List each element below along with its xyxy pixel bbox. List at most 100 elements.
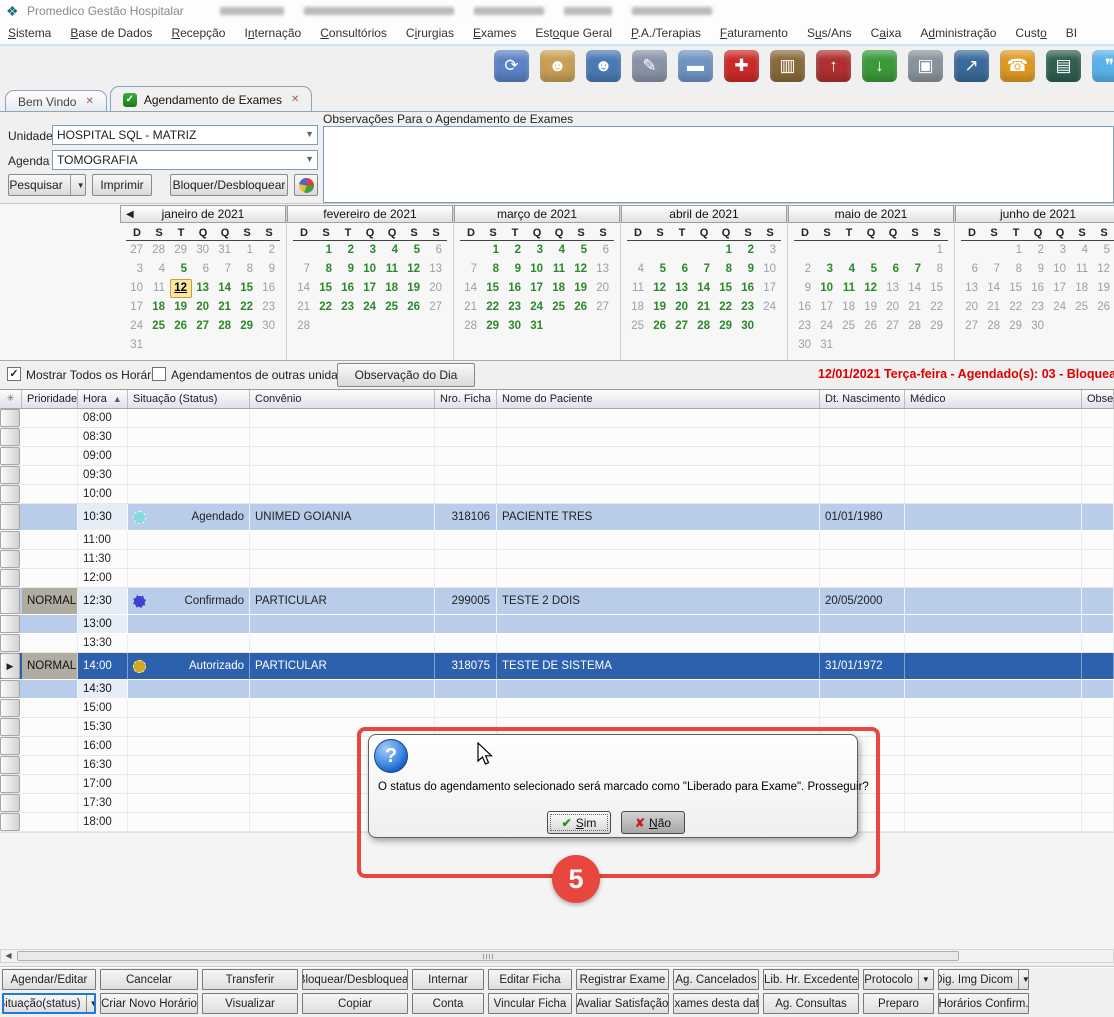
row-selector-button[interactable]: [0, 428, 20, 446]
ambulance-icon[interactable]: ✚: [724, 50, 759, 82]
calendar-day[interactable]: 18: [1071, 279, 1093, 298]
calendar-day-selected[interactable]: 12: [170, 279, 192, 298]
calendar-day[interactable]: 7: [460, 260, 482, 279]
dig-img-dicom-button[interactable]: Dig. Img Dicom▼: [938, 969, 1029, 990]
calendar-day[interactable]: 19: [649, 298, 671, 317]
calendar-day[interactable]: 2: [337, 241, 359, 260]
calendar-day[interactable]: 25: [148, 317, 170, 336]
row-selector-button[interactable]: [0, 775, 20, 793]
col-situacao[interactable]: Situação (Status): [128, 390, 250, 408]
row-selector[interactable]: [0, 409, 22, 427]
calendar-day[interactable]: 23: [258, 298, 280, 317]
row-selector[interactable]: [0, 775, 22, 793]
calendar-day[interactable]: 29: [482, 317, 504, 336]
calendar-day[interactable]: 29: [715, 317, 737, 336]
visualizar-button[interactable]: Visualizar: [202, 993, 298, 1014]
calendar-day[interactable]: 6: [671, 260, 693, 279]
calendar-day[interactable]: 10: [359, 260, 381, 279]
calendar-day[interactable]: 17: [759, 279, 781, 298]
user-sync-icon[interactable]: ⟳: [494, 50, 529, 82]
calendar-day[interactable]: 7: [904, 260, 926, 279]
calendar-day[interactable]: 5: [403, 241, 425, 260]
chevron-down-icon[interactable]: ▼: [1018, 970, 1029, 989]
calendar-day[interactable]: 9: [1027, 260, 1049, 279]
scroll-left-icon[interactable]: ◀: [2, 951, 15, 961]
col-medico[interactable]: Médico: [905, 390, 1082, 408]
row-selector-button[interactable]: [0, 531, 20, 549]
calendar-day[interactable]: 4: [627, 260, 649, 279]
row-selector[interactable]: [0, 813, 22, 831]
patients-folder-icon[interactable]: ☻: [540, 50, 575, 82]
ag-consultas-button[interactable]: Ag. Consultas: [763, 993, 859, 1014]
calendar-day[interactable]: 9: [737, 260, 759, 279]
row-selector-button[interactable]: [0, 466, 20, 484]
calendar-day[interactable]: 14: [214, 279, 236, 298]
agendar-editar-button[interactable]: Agendar/Editar: [2, 969, 96, 990]
calendar-day[interactable]: 20: [961, 298, 983, 317]
calendar-day[interactable]: 8: [315, 260, 337, 279]
calendar-day[interactable]: 9: [504, 260, 526, 279]
menu-item-recepcao[interactable]: Recepção: [171, 26, 225, 40]
calendar-day[interactable]: 10: [526, 260, 548, 279]
pesquisar-button[interactable]: Pesquisar ▼: [8, 174, 86, 196]
bloquear-desbloquear-button[interactable]: Bloquear/Desbloquear: [302, 969, 408, 990]
calendar-day[interactable]: 25: [627, 317, 649, 336]
col-observacao[interactable]: Observação: [1082, 390, 1114, 408]
menu-item-base-de-dados[interactable]: Base de Dados: [70, 26, 152, 40]
schedule-row-1300[interactable]: 13:00: [0, 615, 1114, 634]
calendar-day[interactable]: 1: [715, 241, 737, 260]
schedule-row-0930[interactable]: 09:30: [0, 466, 1114, 485]
observacoes-textarea[interactable]: [323, 126, 1114, 203]
calendar-day[interactable]: 23: [1027, 298, 1049, 317]
calendar-day[interactable]: 27: [425, 298, 447, 317]
calendar-day[interactable]: 31: [126, 336, 148, 355]
calendar-day[interactable]: 10: [759, 260, 781, 279]
calendar-day[interactable]: 2: [794, 260, 816, 279]
calendar-day[interactable]: 27: [671, 317, 693, 336]
calendar-day[interactable]: 22: [1005, 298, 1027, 317]
calendar-day[interactable]: 19: [170, 298, 192, 317]
calendar-day[interactable]: 27: [961, 317, 983, 336]
row-selector[interactable]: [0, 504, 22, 530]
col-dt-nascimento[interactable]: Dt. Nascimento: [820, 390, 905, 408]
calendar-day[interactable]: 30: [504, 317, 526, 336]
calendar-day[interactable]: 16: [737, 279, 759, 298]
menu-item-sistema[interactable]: Sistema: [8, 26, 51, 40]
scrollbar-thumb[interactable]: [17, 951, 959, 961]
calendar-day[interactable]: 18: [381, 279, 403, 298]
schedule-row-0830[interactable]: 08:30: [0, 428, 1114, 447]
row-selector-button[interactable]: [0, 588, 20, 614]
calendar-day[interactable]: 21: [693, 298, 715, 317]
calendar-day[interactable]: 4: [1071, 241, 1093, 260]
calendar-day[interactable]: 16: [794, 298, 816, 317]
calendar-day[interactable]: 6: [961, 260, 983, 279]
vincular-ficha-button[interactable]: Vincular Ficha: [488, 993, 572, 1014]
row-selector-button[interactable]: [0, 756, 20, 774]
calendar-day[interactable]: 8: [1005, 260, 1027, 279]
registrar-exame-button[interactable]: Registrar Exame: [576, 969, 669, 990]
calendar-day[interactable]: 8: [236, 260, 258, 279]
calendar-day[interactable]: 20: [192, 298, 214, 317]
agenda-combobox[interactable]: TOMOGRAFIA ▼: [52, 150, 318, 170]
criar-novo-horario-button[interactable]: Criar Novo Horário: [100, 993, 198, 1014]
calendar-day[interactable]: 10: [126, 279, 148, 298]
calendar-day[interactable]: 12: [570, 260, 592, 279]
calendar-day[interactable]: 27: [192, 317, 214, 336]
calendar-day[interactable]: 21: [983, 298, 1005, 317]
hospital-bed-icon[interactable]: ▬: [678, 50, 713, 82]
calendar-day[interactable]: 12: [649, 279, 671, 298]
row-selector[interactable]: [0, 680, 22, 698]
calendar-day[interactable]: 20: [425, 279, 447, 298]
row-selector[interactable]: [0, 794, 22, 812]
calendar-day[interactable]: 14: [983, 279, 1005, 298]
row-selector-button[interactable]: [0, 718, 20, 736]
expense-down-icon[interactable]: ↓: [862, 50, 897, 82]
menu-item-custo[interactable]: Custo: [1015, 26, 1046, 40]
schedule-row-0800[interactable]: 08:00: [0, 409, 1114, 428]
row-selector-button[interactable]: [0, 813, 20, 831]
calendar-day[interactable]: 31: [526, 317, 548, 336]
row-selector[interactable]: [0, 615, 22, 633]
calendar-day[interactable]: 18: [148, 298, 170, 317]
menu-item-p-a-terapias[interactable]: P.A./Terapias: [631, 26, 701, 40]
menu-item-exames[interactable]: Exames: [473, 26, 516, 40]
